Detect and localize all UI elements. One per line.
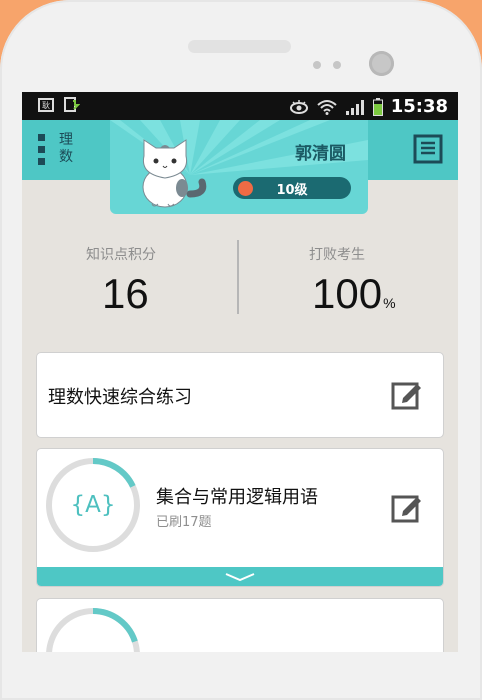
chevron-down-icon xyxy=(225,573,255,581)
sim-icon: 耿 xyxy=(38,98,54,112)
profile-card: 郭清圆 10级 xyxy=(110,120,368,214)
stats-panel: 知识点积分 16 打败考生 100% xyxy=(22,240,458,330)
percent-unit: % xyxy=(383,295,396,311)
edit-icon[interactable] xyxy=(391,491,423,523)
sensor-dot xyxy=(333,61,341,69)
cat-avatar xyxy=(142,139,207,208)
next-topic-card[interactable] xyxy=(36,598,444,652)
edit-icon[interactable] xyxy=(391,378,423,410)
level-text: 10级 xyxy=(276,183,308,198)
beat-label: 打败考生 xyxy=(309,247,365,263)
wifi-icon xyxy=(317,99,337,115)
sensor-dot xyxy=(313,61,321,69)
screen: 耿 15:38 理数 郭清圆 10级 知识点积分 16 打败考生 100% 理数… xyxy=(22,92,458,652)
expand-bar[interactable] xyxy=(37,567,443,586)
quick-practice-title: 理数快速综合练习 xyxy=(48,387,192,408)
points-value: 16 xyxy=(102,270,149,317)
camera xyxy=(369,51,394,76)
points-label: 知识点积分 xyxy=(86,247,156,263)
progress-ring xyxy=(46,608,140,652)
level-badge: 10级 xyxy=(233,177,351,199)
menu-icon xyxy=(38,134,45,165)
topic-icon-text: {A} xyxy=(70,492,116,518)
stats-divider xyxy=(237,240,239,314)
notebook-icon[interactable] xyxy=(413,134,443,164)
topic-title: 集合与常用逻辑用语 xyxy=(156,487,318,508)
subject-label: 理数 xyxy=(59,132,73,165)
eye-icon xyxy=(289,99,308,114)
signal-icon xyxy=(345,99,364,115)
status-bar: 耿 15:38 xyxy=(22,92,458,120)
subject-menu-button[interactable]: 理数 xyxy=(32,130,82,168)
speaker xyxy=(188,40,291,53)
beat-value-wrap: 100% xyxy=(312,270,396,318)
download-icon xyxy=(64,97,80,112)
user-name: 郭清圆 xyxy=(295,144,346,164)
svg-text:耿: 耿 xyxy=(42,101,50,110)
status-time: 15:38 xyxy=(390,96,448,117)
quick-practice-card[interactable]: 理数快速综合练习 xyxy=(36,352,444,438)
topic-card[interactable]: {A} 集合与常用逻辑用语 已刷17题 xyxy=(36,448,444,587)
beat-value: 100 xyxy=(312,270,383,317)
battery-icon xyxy=(372,97,383,116)
topic-subtitle: 已刷17题 xyxy=(156,515,212,530)
